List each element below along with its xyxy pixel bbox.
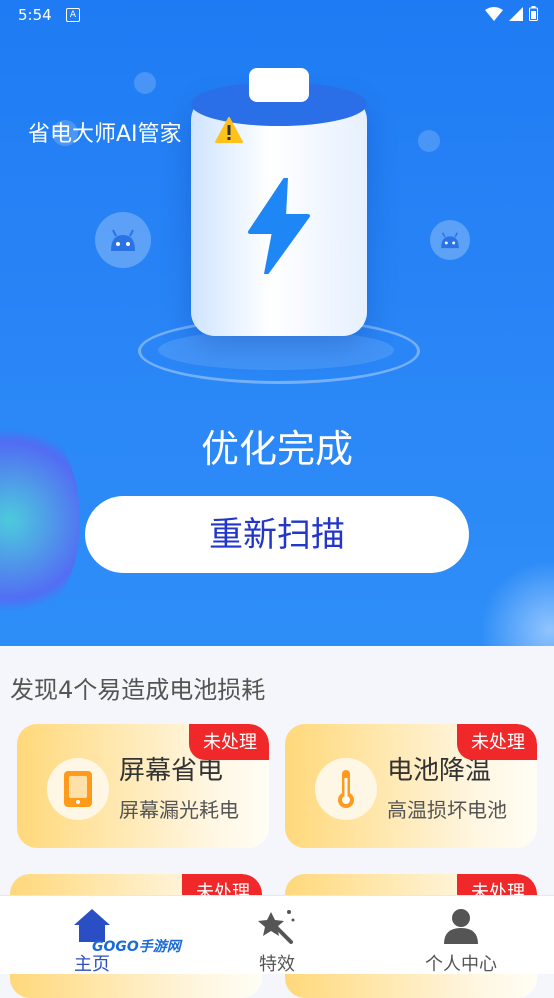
person-icon — [444, 909, 478, 944]
lightning-icon — [248, 178, 310, 274]
watermark-logo: GOGO手游网 — [92, 939, 181, 955]
warning-icon — [215, 117, 243, 143]
bottom-navigation: 主页 特效 个人中心 — [0, 895, 554, 975]
battery-base-glow — [158, 330, 394, 370]
status-time: 5:54 — [18, 6, 52, 24]
nav-label: 个人中心 — [425, 954, 497, 975]
issue-card-temperature[interactable]: 电池降温 高温损坏电池 未处理 — [285, 724, 537, 848]
battery-status-icon — [529, 6, 538, 21]
hero-section: 5:54 A 省电大师AI管家 优化完成 重新扫描 — [0, 0, 554, 646]
magic-wand-icon — [258, 910, 295, 944]
nav-item-profile[interactable]: 个人中心 — [401, 896, 521, 975]
issue-card-screen[interactable]: 屏幕省电 屏幕漏光耗电 未处理 — [17, 724, 269, 848]
rescan-button[interactable]: 重新扫描 — [85, 496, 469, 573]
card-subtitle: 屏幕漏光耗电 — [119, 798, 239, 822]
decorative-bubble — [418, 130, 440, 152]
optimization-status: 优化完成 — [200, 427, 353, 471]
nav-item-effects[interactable]: 特效 — [217, 896, 337, 975]
card-subtitle: 高温损坏电池 — [387, 798, 507, 822]
status-icons — [485, 6, 538, 21]
signal-icon — [509, 6, 523, 21]
tablet-icon — [47, 758, 109, 820]
status-bar: 5:54 A — [0, 0, 554, 30]
status-badge: 未处理 — [457, 724, 537, 760]
nav-label: 特效 — [259, 954, 295, 975]
issues-title: 发现4个易造成电池损耗 — [10, 676, 266, 704]
decorative-glow-right — [480, 560, 554, 646]
app-title: 省电大师AI管家 — [28, 122, 182, 147]
wifi-icon — [485, 6, 503, 21]
battery-cap — [249, 68, 309, 102]
notification-icon: A — [66, 8, 80, 22]
thermometer-icon — [315, 758, 377, 820]
status-badge: 未处理 — [189, 724, 269, 760]
android-bot-icon — [430, 220, 470, 260]
nav-item-home[interactable]: 主页 — [32, 896, 152, 975]
